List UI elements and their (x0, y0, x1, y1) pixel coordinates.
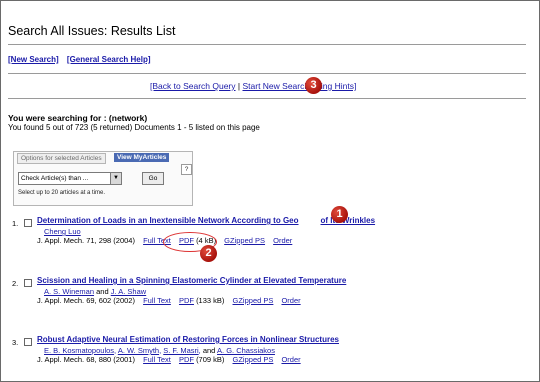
article-action-select[interactable]: Check Article(s) than ... ▼ (18, 172, 122, 185)
result-title-link[interactable]: Determination of Loads in an Inextensibl… (37, 216, 375, 225)
author-link[interactable]: S. F. Masri (163, 346, 198, 355)
full-text-link[interactable]: Full Text (143, 296, 171, 305)
options-panel: Options for selected Articles View MyArt… (13, 151, 193, 206)
nav-separator: | (238, 81, 240, 91)
citation-text: J. Appl. Mech. 71, 298 (2004) (37, 236, 135, 245)
page-title: Search All Issues: Results List (8, 24, 175, 38)
callout-badge-3: 3 (305, 77, 322, 94)
result-citation: J. Appl. Mech. 69, 602 (2002) Full Text … (37, 296, 301, 305)
result-title: Determination of Loads in an Inextensibl… (37, 216, 299, 225)
divider (8, 98, 526, 99)
start-new-search-link[interactable]: Start New Search (242, 81, 309, 91)
options-note: Select up to 20 articles at a time. (18, 190, 105, 196)
order-link[interactable]: Order (281, 296, 300, 305)
results-count-text: You found 5 out of 723 (5 returned) Docu… (8, 123, 260, 132)
pdf-size: (709 kB) (196, 355, 224, 364)
author-link[interactable]: A. G. Chassiakos (217, 346, 275, 355)
result-number: 1. (12, 219, 18, 228)
go-button[interactable]: Go (142, 172, 164, 185)
gzipped-ps-link[interactable]: GZipped PS (233, 296, 274, 305)
gzipped-ps-link[interactable]: GZipped PS (233, 355, 274, 364)
pdf-link[interactable]: PDF (179, 355, 194, 364)
result-authors: A. S. Wineman and J. A. Shaw (44, 287, 146, 296)
tab-view-myarticles[interactable]: View MyArticles (114, 153, 169, 162)
author-link[interactable]: J. A. Shaw (111, 287, 146, 296)
general-search-help-link[interactable]: [General Search Help] (67, 55, 151, 64)
author-link[interactable]: A. W. Smyth (118, 346, 159, 355)
nav-links: [Back to Search Query | Start New Search… (150, 81, 356, 91)
callout-badge-1: 1 (331, 206, 348, 223)
result-title-link[interactable]: Scission and Healing in a Spinning Elast… (37, 276, 346, 285)
author-link[interactable]: Cheng Luo (44, 227, 81, 236)
result-title-tail: of Its Wrinkles (321, 216, 376, 225)
back-to-search-query-link[interactable]: [Back to Search Query (150, 81, 236, 91)
author-joiner: and (96, 287, 109, 296)
result-title-link[interactable]: Robust Adaptive Neural Estimation of Res… (37, 335, 339, 344)
result-checkbox[interactable] (24, 338, 32, 346)
tab-options-selected-articles[interactable]: Options for selected Articles (17, 153, 106, 164)
divider (8, 44, 526, 45)
search-query-text: You were searching for : (network) (8, 113, 147, 123)
author-link[interactable]: A. S. Wineman (44, 287, 94, 296)
pdf-size: (133 kB) (196, 296, 224, 305)
help-icon[interactable]: ? (181, 164, 192, 175)
author-joiner: and (203, 346, 216, 355)
article-action-select-value: Check Article(s) than ... (21, 175, 88, 182)
result-checkbox[interactable] (24, 279, 32, 287)
top-links: [New Search] [General Search Help] (8, 55, 157, 64)
citation-text: J. Appl. Mech. 68, 880 (2001) (37, 355, 135, 364)
pdf-link[interactable]: PDF (179, 296, 194, 305)
result-authors: E. B. Kosmatopoulos, A. W. Smyth, S. F. … (44, 346, 275, 355)
order-link[interactable]: Order (281, 355, 300, 364)
result-authors: Cheng Luo (44, 227, 81, 236)
callout-badge-2: 2 (200, 245, 217, 262)
author-link[interactable]: E. B. Kosmatopoulos (44, 346, 114, 355)
result-number: 3. (12, 338, 18, 347)
result-number: 2. (12, 279, 18, 288)
chevron-down-icon[interactable]: ▼ (110, 173, 121, 184)
full-text-link[interactable]: Full Text (143, 355, 171, 364)
gzipped-ps-link[interactable]: GZipped PS (224, 236, 265, 245)
divider (8, 73, 526, 74)
order-link[interactable]: Order (273, 236, 292, 245)
result-checkbox[interactable] (24, 219, 32, 227)
citation-text: J. Appl. Mech. 69, 602 (2002) (37, 296, 135, 305)
result-citation: J. Appl. Mech. 68, 880 (2001) Full Text … (37, 355, 301, 364)
new-search-link[interactable]: [New Search] (8, 55, 59, 64)
